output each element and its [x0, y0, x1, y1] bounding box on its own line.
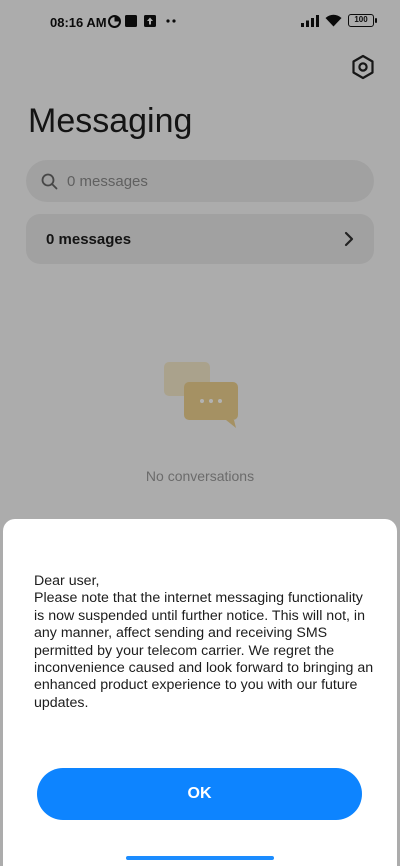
- dialog-body-text: Please note that the internet messaging …: [34, 590, 374, 711]
- home-indicator[interactable]: [126, 856, 274, 860]
- dialog-message: Dear user, Please note that the internet…: [34, 573, 374, 712]
- dialog-greeting: Dear user,: [34, 573, 100, 589]
- notice-dialog: Dear user, Please note that the internet…: [3, 519, 397, 866]
- ok-button[interactable]: OK: [37, 768, 362, 820]
